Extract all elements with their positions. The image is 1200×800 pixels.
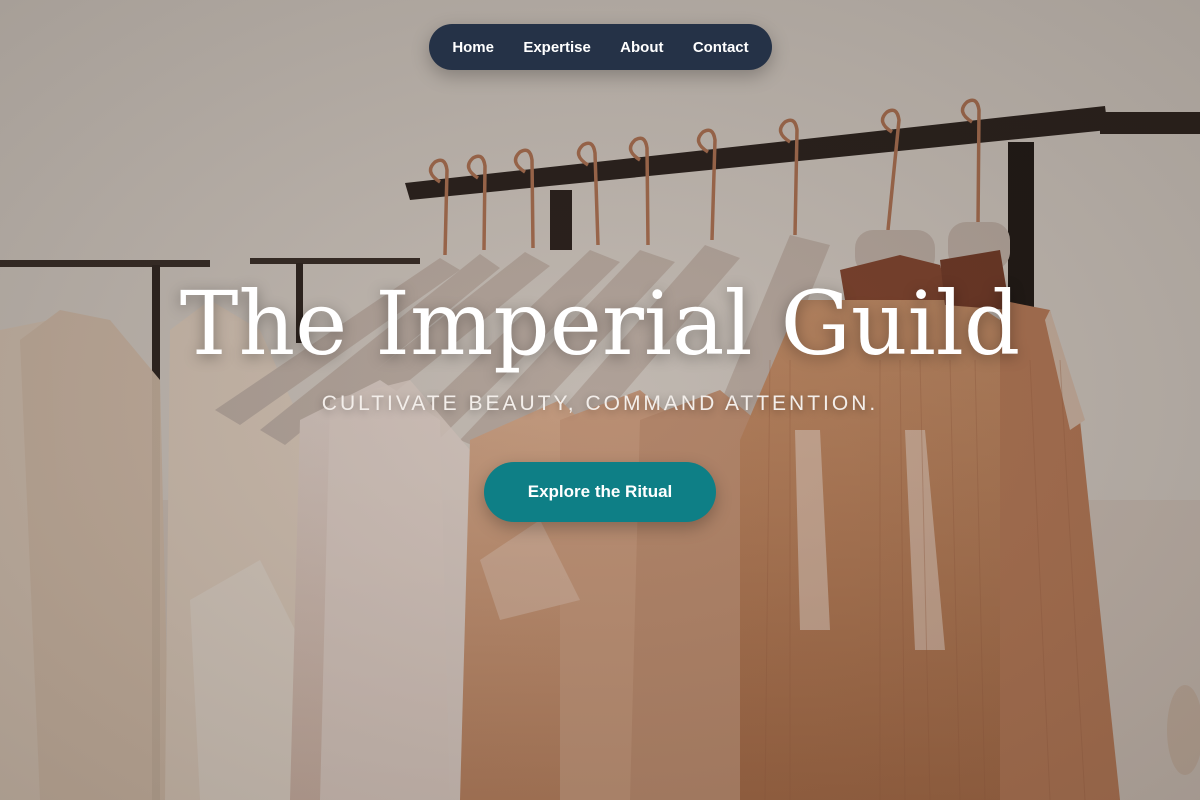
nav-contact-link[interactable]: Contact [687,33,755,62]
nav-about-link[interactable]: About [614,33,669,62]
hero-tagline: CULTIVATE BEAUTY, COMMAND ATTENTION. [321,392,879,415]
nav-expertise-link[interactable]: Expertise [517,33,597,62]
hero-section: Home Expertise About Contact The Imperia… [0,0,1200,800]
nav-home-link[interactable]: Home [446,33,500,62]
explore-ritual-button[interactable]: Explore the Ritual [484,462,716,522]
main-nav: Home Expertise About Contact [429,24,772,70]
hero-title: The Imperial Guild [179,272,1021,375]
